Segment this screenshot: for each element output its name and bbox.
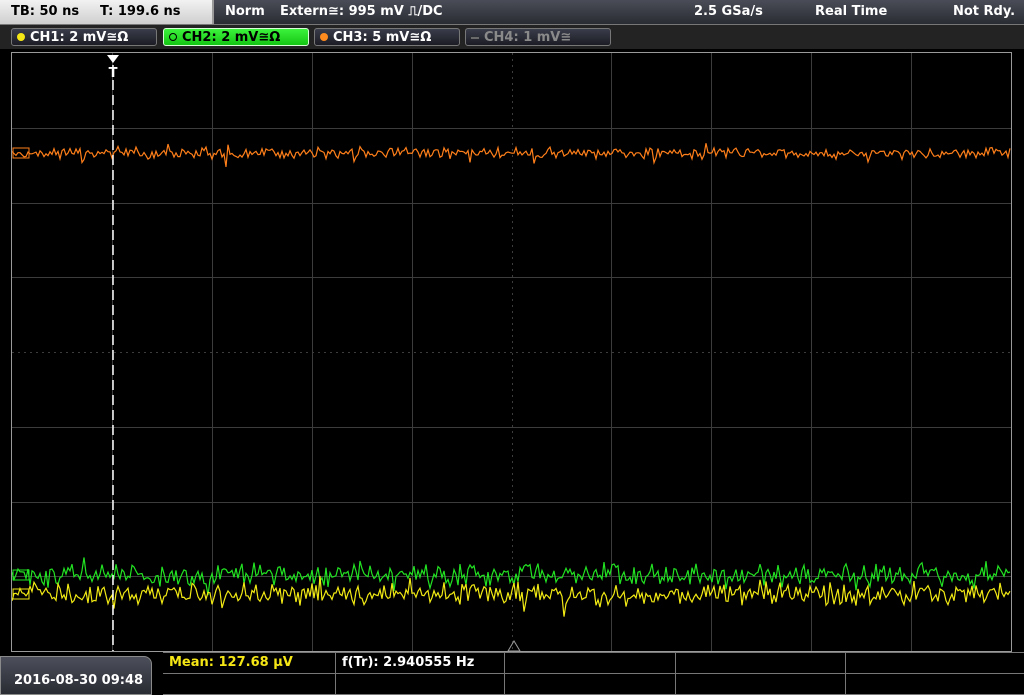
channel-3-button[interactable]: CH3: 5 mV≅Ω <box>314 28 460 46</box>
measurement-cell-empty[interactable] <box>676 653 846 674</box>
channel-1-indicator-icon <box>17 33 25 41</box>
channel-4-label: CH4: 1 mV≅ <box>484 30 572 45</box>
waveform-plot: T <box>12 53 1011 651</box>
time-reference-arrow-icon <box>507 640 521 651</box>
measurement-cell-empty[interactable] <box>676 674 846 695</box>
frequency-measurement: f(Tr): 2.940555 Hz <box>342 655 475 670</box>
measurement-cell-mean[interactable]: Mean: 127.68 µV <box>163 653 336 674</box>
trigger-marker-label: T <box>109 66 118 81</box>
trigger-position-arrow-icon[interactable] <box>107 55 119 63</box>
measurement-table: Mean: 127.68 µV f(Tr): 2.940555 Hz <box>163 652 1024 695</box>
measurement-cell-empty[interactable] <box>336 674 505 695</box>
measurement-cell-frequency[interactable]: f(Tr): 2.940555 Hz <box>336 653 505 674</box>
channel-1-label: CH1: 2 mV≅Ω <box>30 30 129 45</box>
channel-2-label: CH2: 2 mV≅Ω <box>182 30 281 45</box>
mean-measurement: Mean: 127.68 µV <box>169 655 293 670</box>
measurement-cell-empty[interactable] <box>505 674 676 695</box>
channel-3-indicator-icon <box>320 33 328 41</box>
trigger-mode[interactable]: Norm <box>225 4 265 19</box>
trigger-source[interactable]: Extern≅: 995 mV ⎍/DC <box>280 4 443 19</box>
channel-bar: CH1: 2 mV≅Ω CH2: 2 mV≅Ω CH3: 5 mV≅Ω CH4:… <box>0 25 1024 49</box>
ready-state: Not Rdy. <box>953 4 1016 19</box>
channel-1-button[interactable]: CH1: 2 mV≅Ω <box>11 28 157 46</box>
measurement-cell-empty[interactable] <box>163 674 336 695</box>
datetime-panel[interactable]: 2016-08-30 09:48 <box>0 656 152 695</box>
channel-3-trace <box>12 143 1011 167</box>
sample-rate: 2.5 GSa/s <box>694 4 763 19</box>
channel-4-button[interactable]: CH4: 1 mV≅ <box>465 28 611 46</box>
measurement-cell-empty[interactable] <box>846 674 1024 695</box>
measurement-cell-empty[interactable] <box>505 653 676 674</box>
measurement-cell-empty[interactable] <box>846 653 1024 674</box>
graticule <box>12 53 1011 651</box>
channel-3-label: CH3: 5 mV≅Ω <box>333 30 432 45</box>
acquisition-mode[interactable]: Real Time <box>815 4 887 19</box>
waveform-display[interactable]: T <box>11 52 1012 652</box>
channel-2-indicator-icon <box>169 33 177 41</box>
channel-1-trace <box>12 575 1011 617</box>
timebase-panel[interactable]: TB: 50 ns T: 199.6 ns <box>0 0 214 24</box>
bottom-bar: 2016-08-30 09:48 Mean: 127.68 µV f(Tr): … <box>0 652 1024 695</box>
timebase-value: TB: 50 ns <box>11 4 80 19</box>
trigger-time-value: T: 199.6 ns <box>100 4 181 19</box>
channel-4-indicator-icon <box>471 37 479 39</box>
status-bar: TB: 50 ns T: 199.6 ns Norm Extern≅: 995 … <box>0 0 1024 25</box>
channel-2-button[interactable]: CH2: 2 mV≅Ω <box>163 28 309 46</box>
datetime-value: 2016-08-30 09:48 <box>14 673 144 688</box>
